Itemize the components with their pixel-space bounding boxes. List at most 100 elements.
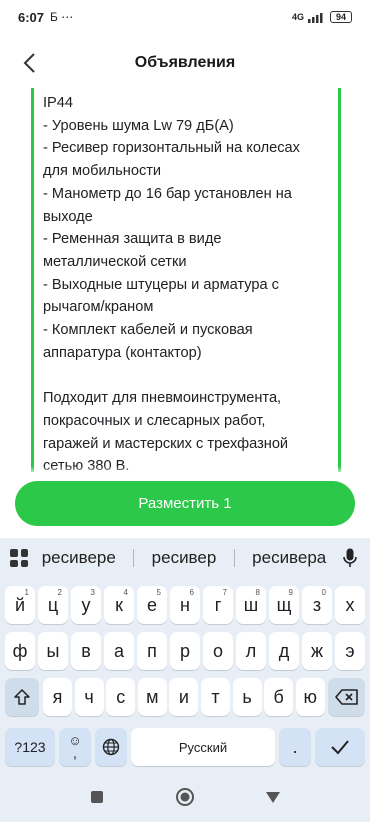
- key-label: о: [212, 640, 223, 661]
- key-row2-10[interactable]: э: [335, 632, 365, 670]
- navigation-bar: [0, 772, 370, 822]
- key-4[interactable]: е5: [137, 586, 167, 624]
- key-10[interactable]: х: [335, 586, 365, 624]
- key-row3-2[interactable]: с: [106, 678, 136, 716]
- key-hint: 9: [288, 588, 293, 597]
- key-label: д: [278, 640, 290, 661]
- suggestion-3[interactable]: ресивера: [246, 548, 332, 568]
- period-key[interactable]: .: [279, 728, 311, 766]
- key-row3-4[interactable]: и: [169, 678, 199, 716]
- back-nav-button[interactable]: [261, 785, 285, 809]
- key-0[interactable]: й1: [5, 586, 35, 624]
- battery-icon: 94: [330, 11, 352, 23]
- key-label: ц: [47, 594, 59, 615]
- key-label: у: [81, 594, 91, 615]
- key-label: з: [312, 594, 322, 615]
- key-5[interactable]: н6: [170, 586, 200, 624]
- key-row2-1[interactable]: ы: [38, 632, 68, 670]
- key-label: н: [180, 594, 190, 615]
- triangle-down-icon: [266, 792, 280, 803]
- key-row3-0[interactable]: я: [43, 678, 72, 716]
- status-time: 6:07: [18, 9, 45, 25]
- network-type: 4G: [291, 12, 304, 22]
- signal-icon: [308, 12, 323, 23]
- suggestion-divider: [233, 549, 235, 567]
- key-row-4: ?123 ☺ , Русский .: [0, 728, 370, 768]
- key-hint: 5: [156, 588, 161, 597]
- key-row2-7[interactable]: л: [236, 632, 266, 670]
- key-label: щ: [276, 594, 292, 615]
- suggestion-divider: [133, 549, 135, 567]
- key-row3-3[interactable]: м: [137, 678, 167, 716]
- key-row2-2[interactable]: в: [71, 632, 101, 670]
- globe-icon: [102, 738, 120, 756]
- shift-icon: [14, 689, 30, 705]
- comma-label: ,: [73, 745, 77, 761]
- mic-icon[interactable]: [338, 546, 362, 570]
- key-row3-7[interactable]: б: [264, 678, 294, 716]
- symbols-key[interactable]: ?123: [5, 728, 55, 766]
- key-hint: 4: [123, 588, 128, 597]
- content-fade: [0, 466, 370, 476]
- suggestion-2[interactable]: ресивер: [146, 548, 223, 568]
- key-3[interactable]: к4: [104, 586, 134, 624]
- keyboard: ресивере ресивер ресивера й1ц2у3к4е5н6г7…: [0, 538, 370, 772]
- language-key[interactable]: [95, 728, 127, 766]
- key-2[interactable]: у3: [71, 586, 101, 624]
- key-hint: 2: [57, 588, 62, 597]
- key-row2-5[interactable]: р: [170, 632, 200, 670]
- apps-grid-icon[interactable]: [8, 547, 30, 569]
- status-bar: 6:07 Б ⋯ 4G 94: [0, 0, 370, 34]
- key-1[interactable]: ц2: [38, 586, 68, 624]
- key-label: м: [146, 686, 159, 707]
- key-label: и: [178, 686, 189, 707]
- circle-icon: [176, 788, 194, 806]
- chevron-left-icon: [23, 53, 35, 73]
- key-row3-1[interactable]: ч: [74, 678, 104, 716]
- suggestion-1[interactable]: ресивере: [36, 548, 122, 568]
- key-label: ь: [242, 686, 252, 707]
- key-8[interactable]: щ9: [269, 586, 299, 624]
- key-7[interactable]: ш8: [236, 586, 266, 624]
- key-row2-4[interactable]: п: [137, 632, 167, 670]
- key-label: л: [245, 640, 257, 661]
- status-indicators: Б ⋯: [50, 10, 74, 24]
- submit-button[interactable]: Разместить 1: [15, 481, 355, 526]
- key-label: ф: [12, 640, 28, 661]
- backspace-key[interactable]: [328, 678, 365, 716]
- key-hint: 3: [90, 588, 95, 597]
- description-text-field[interactable]: IP44 - Уровень шума Lw 79 дБ(А) - Ресиве…: [31, 88, 341, 472]
- back-button[interactable]: [14, 48, 44, 78]
- key-row-2: фыв а п р о лджэ: [0, 632, 370, 672]
- key-label: ы: [46, 640, 60, 661]
- key-row3-8[interactable]: ю: [295, 678, 325, 716]
- key-row3-6[interactable]: ь: [232, 678, 262, 716]
- key-row2-3[interactable]: а: [104, 632, 134, 670]
- shift-key[interactable]: [5, 678, 39, 716]
- key-row-1: й1ц2у3к4е5н6г7ш8щ9з0х: [0, 586, 370, 626]
- key-row2-9[interactable]: ж: [302, 632, 332, 670]
- key-label: ч: [84, 686, 94, 707]
- emoji-key[interactable]: ☺ ,: [59, 728, 91, 766]
- key-label: б: [273, 686, 284, 707]
- key-label: я: [52, 686, 63, 707]
- recents-button[interactable]: [85, 785, 109, 809]
- key-label: ж: [310, 640, 324, 661]
- key-label: а: [113, 640, 124, 661]
- key-label: е: [146, 594, 157, 615]
- key-label: й: [14, 594, 26, 615]
- key-row2-6[interactable]: о: [203, 632, 233, 670]
- home-button[interactable]: [173, 785, 197, 809]
- key-row2-8[interactable]: д: [269, 632, 299, 670]
- suggestion-bar: ресивере ресивер ресивера: [0, 538, 370, 578]
- key-label: г: [214, 594, 222, 615]
- key-hint: 1: [24, 588, 29, 597]
- enter-key[interactable]: [315, 728, 365, 766]
- key-row3-5[interactable]: т: [201, 678, 230, 716]
- key-6[interactable]: г7: [203, 586, 233, 624]
- square-icon: [91, 791, 103, 803]
- key-row2-0[interactable]: ф: [5, 632, 35, 670]
- key-9[interactable]: з0: [302, 586, 332, 624]
- key-label: к: [115, 594, 123, 615]
- space-key[interactable]: Русский: [131, 728, 275, 766]
